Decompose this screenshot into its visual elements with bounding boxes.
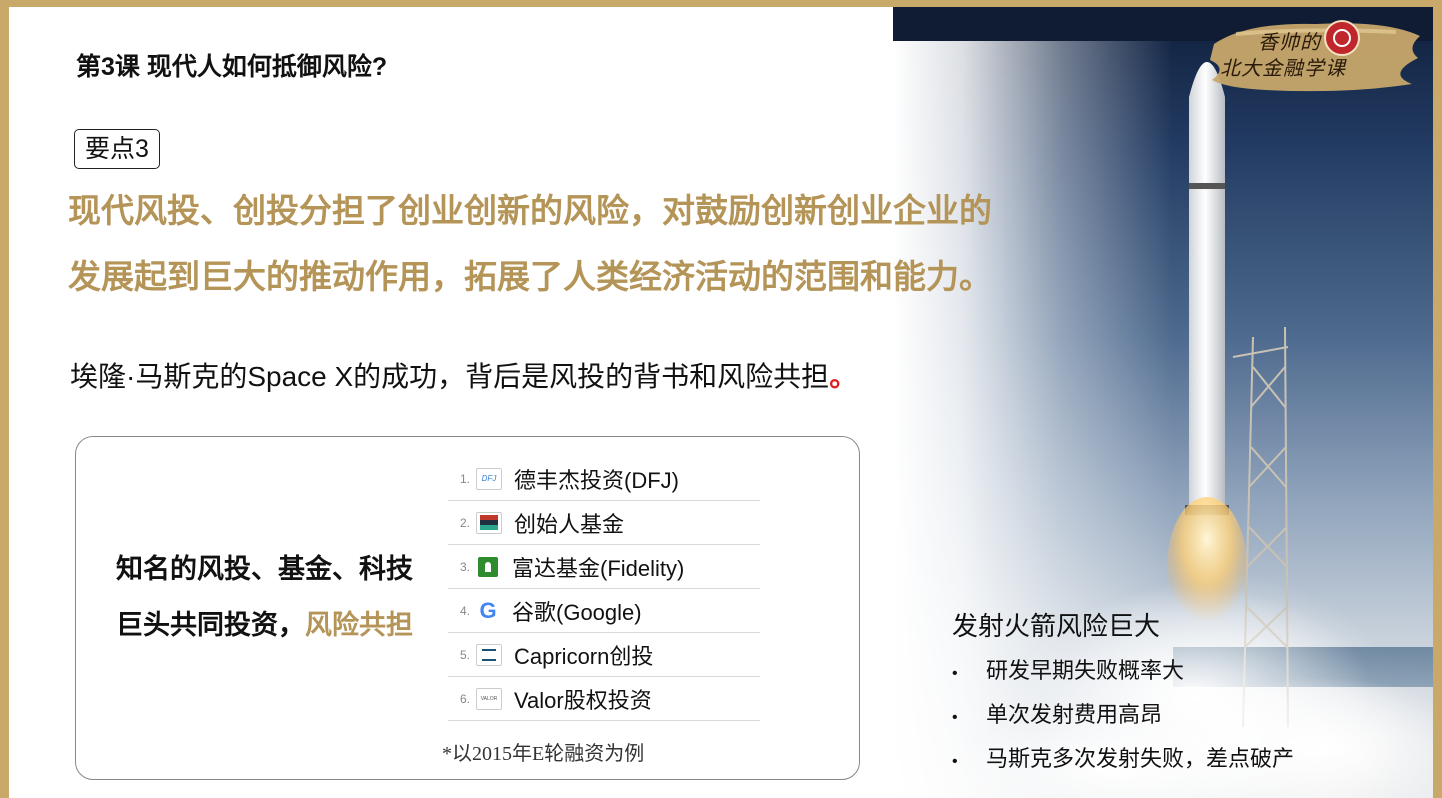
spacex-statement: 埃隆·马斯克的Space X的成功，背后是风投的背书和风险共担。 [70, 355, 857, 395]
list-number: 4. [459, 603, 470, 618]
google-logo-icon: G [476, 601, 500, 621]
risk-title: 发射火箭风险巨大 [952, 611, 1161, 641]
risk-item-text: 研发早期失败概率大 [986, 658, 1185, 683]
risk-list: • 研发早期失败概率大 • 单次发射费用高昂 • 马斯克多次发射失败，差点破产 [952, 651, 1294, 783]
list-item: 5. Capricorn创投 [448, 633, 760, 677]
lesson-title: 第3课 现代人如何抵御风险? [76, 53, 388, 81]
list-number: 6. [459, 691, 470, 706]
investor-name: 谷歌(Google) [512, 599, 642, 625]
google-logo-text: G [479, 600, 497, 621]
pku-seal-icon [1324, 20, 1360, 56]
list-number: 3. [459, 559, 470, 574]
investor-card: 知名的风投、基金、科技巨头共同投资，风险共担 1. DFJ 德丰杰投资(DFJ)… [75, 436, 860, 780]
investor-name: Valor股权投资 [514, 687, 652, 713]
list-item: 1. DFJ 德丰杰投资(DFJ) [448, 457, 760, 501]
list-item: 4. G 谷歌(Google) [448, 589, 760, 633]
headline-line1: 现代风投、创投分担了创业创新的风险，对鼓励创新创业企业的 [68, 192, 992, 229]
fidelity-logo-icon [478, 556, 498, 577]
investor-name: Capricorn创投 [514, 643, 654, 669]
logo-line1: 香帅的 [1258, 30, 1321, 54]
founders-fund-logo-icon [476, 511, 502, 534]
bullet: • [952, 665, 958, 682]
bullet: • [952, 753, 958, 770]
list-item: 3. 富达基金(Fidelity) [448, 545, 760, 589]
valor-logo-text: VALOR [480, 695, 498, 702]
course-logo: 香帅的 北大金融学课 [1206, 14, 1426, 96]
risk-item: • 单次发射费用高昂 [952, 695, 1294, 739]
statement-end-mark: 。 [829, 361, 858, 392]
list-item: 2. 创始人基金 [448, 501, 760, 545]
list-number: 1. [459, 471, 470, 486]
valor-logo-icon: VALOR [476, 687, 502, 710]
logo-line2: 北大金融学课 [1220, 56, 1346, 80]
investor-name: 德丰杰投资(DFJ) [514, 467, 679, 493]
list-number: 5. [459, 647, 470, 662]
risk-item-text: 单次发射费用高昂 [986, 702, 1163, 727]
spacex-statement-text: 埃隆·马斯克的Space X的成功，背后是风投的背书和风险共担 [70, 361, 830, 392]
point-tag: 要点3 [74, 129, 160, 169]
dfj-logo-icon: DFJ [476, 467, 502, 490]
headline-line2: 发展起到巨大的推动作用，拓展了人类经济活动的范围和能力。 [68, 258, 992, 295]
card-note: *以2015年E轮融资为例 [442, 743, 645, 765]
investor-name: 富达基金(Fidelity) [512, 555, 685, 581]
risk-item: • 研发早期失败概率大 [952, 651, 1294, 695]
investor-name: 创始人基金 [514, 511, 625, 537]
list-item: 6. VALOR Valor股权投资 [448, 677, 760, 721]
investor-list: 1. DFJ 德丰杰投资(DFJ) 2. 创始人基金 3. 富达基金(Fidel… [448, 457, 760, 721]
headline: 现代风投、创投分担了创业创新的风险，对鼓励创新创业企业的 发展起到巨大的推动作用… [68, 178, 1088, 310]
card-summary-highlight: 风险共担 [305, 610, 413, 640]
risk-item-text: 马斯克多次发射失败，差点破产 [986, 746, 1295, 771]
slide-frame: 香帅的 北大金融学课 第3课 现代人如何抵御风险? 要点3 现代风投、创投分担了… [9, 7, 1433, 798]
bullet: • [952, 709, 958, 726]
card-summary: 知名的风投、基金、科技巨头共同投资，风险共担 [116, 541, 426, 653]
list-number: 2. [459, 515, 470, 530]
dfj-logo-text: DFJ [481, 474, 497, 483]
risk-item: • 马斯克多次发射失败，差点破产 [952, 739, 1294, 783]
capricorn-logo-icon [476, 643, 502, 666]
